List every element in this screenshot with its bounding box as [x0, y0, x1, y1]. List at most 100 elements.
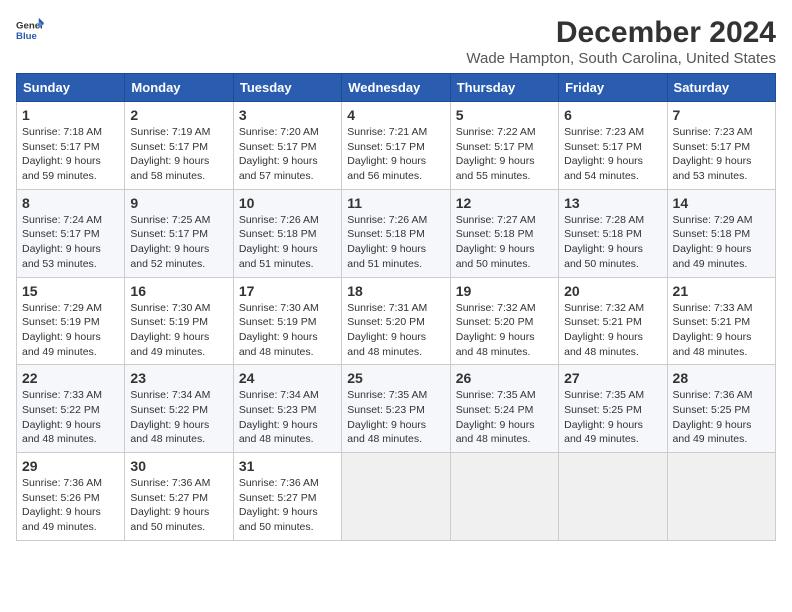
day-number: 8 [22, 195, 119, 211]
calendar-cell: 14Sunrise: 7:29 AM Sunset: 5:18 PM Dayli… [667, 189, 775, 277]
calendar-cell: 5 Sunrise: 7:22 AM Sunset: 5:17 PM Daylig… [450, 102, 558, 190]
day-info: Sunrise: 7:34 AM Sunset: 5:23 PM Dayligh… [239, 388, 336, 447]
day-number: 31 [239, 458, 336, 474]
day-info: Sunrise: 7:36 AM Sunset: 5:27 PM Dayligh… [239, 476, 336, 535]
calendar-cell: 1 Sunrise: 7:18 AM Sunset: 5:17 PM Daylig… [17, 102, 125, 190]
day-number: 18 [347, 283, 444, 299]
column-header-sunday: Sunday [17, 74, 125, 102]
calendar-cell: 17 Sunrise: 7:30 AM Sunset: 5:19 PM Dayli… [233, 277, 341, 365]
column-header-monday: Monday [125, 74, 233, 102]
day-number: 26 [456, 370, 553, 386]
day-info: Sunrise: 7:30 AM Sunset: 5:19 PM Dayligh… [130, 301, 227, 360]
day-info: Sunrise: 7:35 AM Sunset: 5:24 PM Dayligh… [456, 388, 553, 447]
calendar-cell: 20 Sunrise: 7:32 AM Sunset: 5:21 PM Dayli… [559, 277, 667, 365]
calendar-cell [450, 453, 558, 541]
day-number: 27 [564, 370, 661, 386]
day-info: Sunrise: 7:22 AM Sunset: 5:17 PM Dayligh… [456, 125, 553, 184]
day-info: Sunrise: 7:27 AM Sunset: 5:18 PM Dayligh… [456, 213, 553, 272]
title-area: December 2024 Wade Hampton, South Caroli… [466, 16, 776, 67]
day-info: Sunrise: 7:35 AM Sunset: 5:25 PM Dayligh… [564, 388, 661, 447]
day-info: Sunrise: 7:30 AM Sunset: 5:19 PM Dayligh… [239, 301, 336, 360]
day-info: Sunrise: 7:32 AM Sunset: 5:20 PM Dayligh… [456, 301, 553, 360]
header: General Blue December 2024 Wade Hampton,… [16, 16, 776, 67]
calendar-cell: 16 Sunrise: 7:30 AM Sunset: 5:19 PM Dayli… [125, 277, 233, 365]
calendar-cell: 8 Sunrise: 7:24 AM Sunset: 5:17 PM Daylig… [17, 189, 125, 277]
calendar-cell [342, 453, 450, 541]
calendar-cell: 22Sunrise: 7:33 AM Sunset: 5:22 PM Dayli… [17, 365, 125, 453]
day-number: 20 [564, 283, 661, 299]
calendar-cell: 30 Sunrise: 7:36 AM Sunset: 5:27 PM Dayli… [125, 453, 233, 541]
column-header-tuesday: Tuesday [233, 74, 341, 102]
day-info: Sunrise: 7:20 AM Sunset: 5:17 PM Dayligh… [239, 125, 336, 184]
day-info: Sunrise: 7:36 AM Sunset: 5:25 PM Dayligh… [673, 388, 770, 447]
calendar-cell: 31 Sunrise: 7:36 AM Sunset: 5:27 PM Dayli… [233, 453, 341, 541]
day-info: Sunrise: 7:33 AM Sunset: 5:21 PM Dayligh… [673, 301, 770, 360]
day-number: 28 [673, 370, 770, 386]
day-number: 3 [239, 107, 336, 123]
calendar-cell: 3 Sunrise: 7:20 AM Sunset: 5:17 PM Daylig… [233, 102, 341, 190]
calendar-cell: 11Sunrise: 7:26 AM Sunset: 5:18 PM Dayli… [342, 189, 450, 277]
calendar-week-row: 15 Sunrise: 7:29 AM Sunset: 5:19 PM Dayli… [17, 277, 776, 365]
calendar-cell: 21 Sunrise: 7:33 AM Sunset: 5:21 PM Dayli… [667, 277, 775, 365]
calendar-cell: 26 Sunrise: 7:35 AM Sunset: 5:24 PM Dayli… [450, 365, 558, 453]
day-info: Sunrise: 7:31 AM Sunset: 5:20 PM Dayligh… [347, 301, 444, 360]
day-number: 10 [239, 195, 336, 211]
calendar-cell: 10Sunrise: 7:26 AM Sunset: 5:18 PM Dayli… [233, 189, 341, 277]
column-header-wednesday: Wednesday [342, 74, 450, 102]
column-header-thursday: Thursday [450, 74, 558, 102]
calendar-cell: 6 Sunrise: 7:23 AM Sunset: 5:17 PM Daylig… [559, 102, 667, 190]
day-number: 24 [239, 370, 336, 386]
day-number: 29 [22, 458, 119, 474]
day-number: 25 [347, 370, 444, 386]
day-info: Sunrise: 7:18 AM Sunset: 5:17 PM Dayligh… [22, 125, 119, 184]
day-number: 30 [130, 458, 227, 474]
day-number: 11 [347, 195, 444, 211]
day-number: 4 [347, 107, 444, 123]
calendar-cell: 27 Sunrise: 7:35 AM Sunset: 5:25 PM Dayli… [559, 365, 667, 453]
day-info: Sunrise: 7:36 AM Sunset: 5:26 PM Dayligh… [22, 476, 119, 535]
column-header-saturday: Saturday [667, 74, 775, 102]
calendar-cell: 2Sunrise: 7:19 AM Sunset: 5:17 PM Daylig… [125, 102, 233, 190]
day-number: 15 [22, 283, 119, 299]
day-number: 12 [456, 195, 553, 211]
calendar-cell: 15 Sunrise: 7:29 AM Sunset: 5:19 PM Dayli… [17, 277, 125, 365]
day-number: 17 [239, 283, 336, 299]
day-info: Sunrise: 7:24 AM Sunset: 5:17 PM Dayligh… [22, 213, 119, 272]
day-number: 21 [673, 283, 770, 299]
calendar-week-row: 22Sunrise: 7:33 AM Sunset: 5:22 PM Dayli… [17, 365, 776, 453]
calendar-cell [559, 453, 667, 541]
day-info: Sunrise: 7:32 AM Sunset: 5:21 PM Dayligh… [564, 301, 661, 360]
day-number: 13 [564, 195, 661, 211]
calendar-cell: 29 Sunrise: 7:36 AM Sunset: 5:26 PM Dayli… [17, 453, 125, 541]
day-number: 7 [673, 107, 770, 123]
subtitle: Wade Hampton, South Carolina, United Sta… [466, 50, 776, 67]
calendar-week-row: 8 Sunrise: 7:24 AM Sunset: 5:17 PM Daylig… [17, 189, 776, 277]
calendar-cell: 12 Sunrise: 7:27 AM Sunset: 5:18 PM Dayli… [450, 189, 558, 277]
main-title: December 2024 [466, 16, 776, 50]
day-info: Sunrise: 7:28 AM Sunset: 5:18 PM Dayligh… [564, 213, 661, 272]
day-number: 23 [130, 370, 227, 386]
day-info: Sunrise: 7:19 AM Sunset: 5:17 PM Dayligh… [130, 125, 227, 184]
svg-text:Blue: Blue [16, 31, 37, 42]
calendar-cell: 28 Sunrise: 7:36 AM Sunset: 5:25 PM Dayli… [667, 365, 775, 453]
day-number: 5 [456, 107, 553, 123]
calendar-cell: 23 Sunrise: 7:34 AM Sunset: 5:22 PM Dayli… [125, 365, 233, 453]
calendar-table: SundayMondayTuesdayWednesdayThursdayFrid… [16, 73, 776, 541]
calendar-cell: 25 Sunrise: 7:35 AM Sunset: 5:23 PM Dayli… [342, 365, 450, 453]
day-info: Sunrise: 7:29 AM Sunset: 5:19 PM Dayligh… [22, 301, 119, 360]
calendar-cell: 24 Sunrise: 7:34 AM Sunset: 5:23 PM Dayli… [233, 365, 341, 453]
day-info: Sunrise: 7:36 AM Sunset: 5:27 PM Dayligh… [130, 476, 227, 535]
calendar-week-row: 1 Sunrise: 7:18 AM Sunset: 5:17 PM Daylig… [17, 102, 776, 190]
day-number: 14 [673, 195, 770, 211]
day-number: 6 [564, 107, 661, 123]
calendar-cell: 9Sunrise: 7:25 AM Sunset: 5:17 PM Daylig… [125, 189, 233, 277]
day-info: Sunrise: 7:23 AM Sunset: 5:17 PM Dayligh… [564, 125, 661, 184]
day-number: 1 [22, 107, 119, 123]
day-info: Sunrise: 7:34 AM Sunset: 5:22 PM Dayligh… [130, 388, 227, 447]
logo: General Blue [16, 16, 44, 44]
day-info: Sunrise: 7:21 AM Sunset: 5:17 PM Dayligh… [347, 125, 444, 184]
column-header-friday: Friday [559, 74, 667, 102]
day-number: 16 [130, 283, 227, 299]
day-number: 9 [130, 195, 227, 211]
day-info: Sunrise: 7:35 AM Sunset: 5:23 PM Dayligh… [347, 388, 444, 447]
